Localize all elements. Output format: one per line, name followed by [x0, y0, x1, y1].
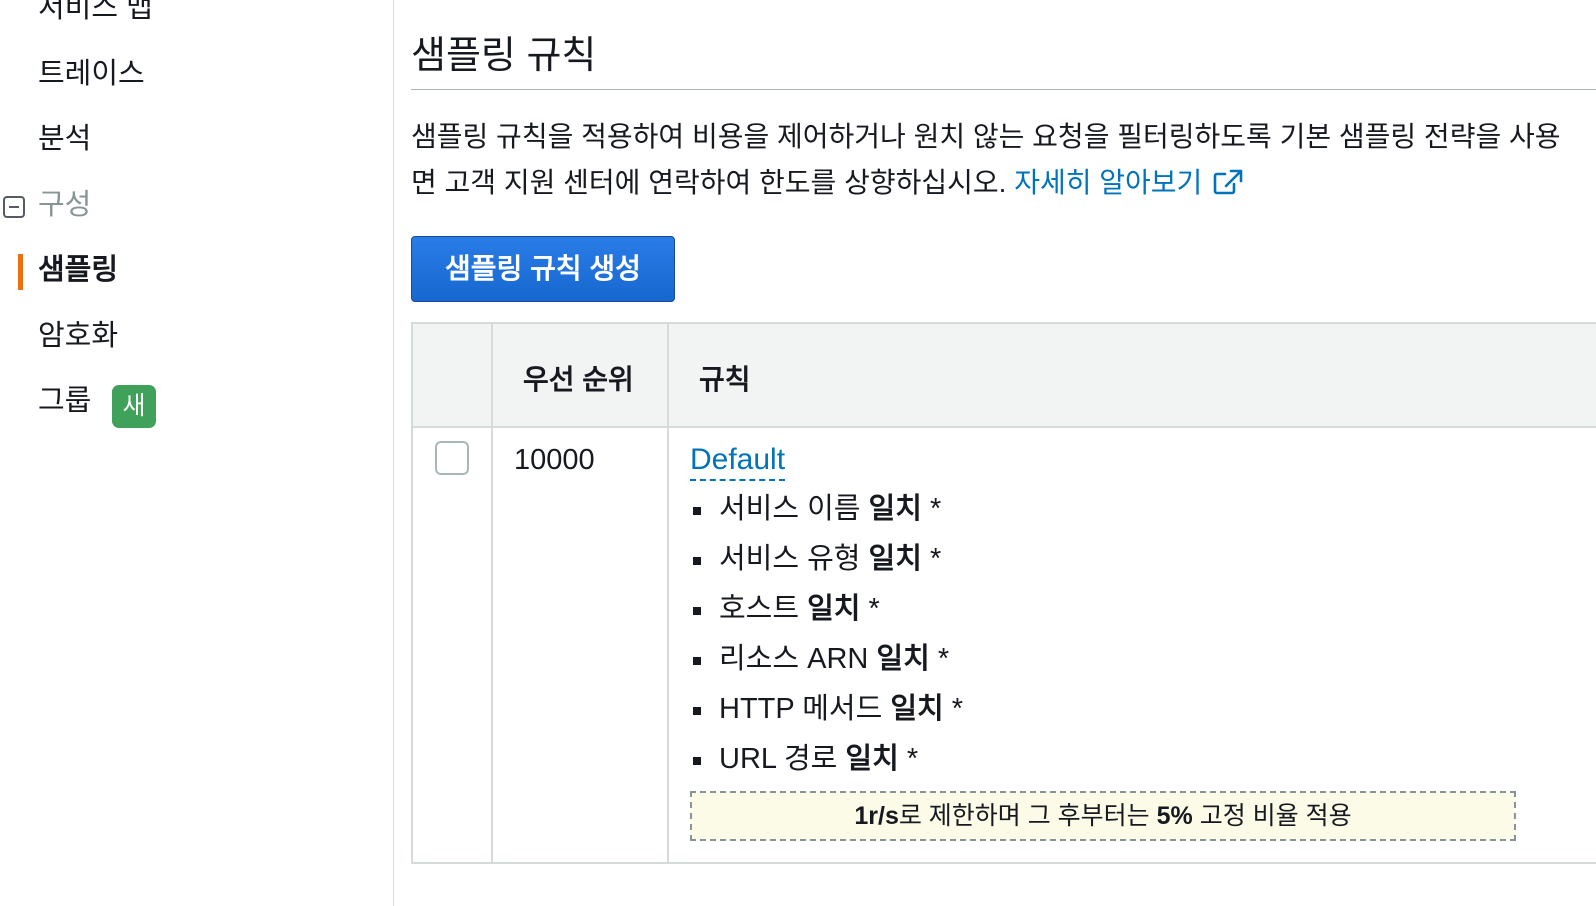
- condition-value: *: [951, 693, 964, 725]
- list-item: 서비스 유형 일치 *: [693, 540, 963, 590]
- description-line-2-text: 면 고객 지원 센터에 연락하여 한도를 상향하십시오.: [411, 167, 1007, 198]
- column-divider: [491, 324, 493, 862]
- condition-label: 호스트: [719, 593, 800, 625]
- sampling-rules-table: 우선 순위 규칙 10000 Default 서비스 이름 일치 * 서비스 유…: [411, 322, 1596, 864]
- list-item: HTTP 메서드 일치 *: [693, 690, 964, 740]
- row-checkbox[interactable]: [435, 441, 469, 475]
- description-line-1: 샘플링 규칙을 적용하여 비용을 제어하거나 원치 않는 요청을 필터링하도록 …: [411, 121, 1561, 152]
- sidebar-item-groups[interactable]: 그룹: [38, 387, 91, 416]
- condition-label: HTTP 메서드: [719, 693, 883, 725]
- rule-conditions-list: 서비스 이름 일치 * 서비스 유형 일치 * 호스트 일치 * 리소스 ARN…: [693, 490, 964, 790]
- rate-limit-note: 1r/s로 제한하며 그 후부터는 5% 고정 비율 적용: [690, 791, 1516, 841]
- condition-value: *: [929, 493, 942, 525]
- condition-match: 일치: [868, 543, 922, 575]
- learn-more-label: 자세히 알아보기: [1014, 167, 1203, 198]
- external-link-icon: [1214, 169, 1243, 194]
- bullet-icon: [693, 707, 701, 715]
- title-divider: [411, 89, 1596, 90]
- active-indicator: [18, 254, 23, 290]
- condition-match: 일치: [845, 743, 899, 775]
- condition-label: 리소스 ARN: [719, 643, 869, 675]
- list-item: 서비스 이름 일치 *: [693, 490, 963, 540]
- condition-value: *: [868, 593, 880, 625]
- list-item: 리소스 ARN 일치 *: [693, 640, 963, 690]
- condition-match: 일치: [876, 643, 930, 675]
- condition-value: *: [937, 643, 950, 675]
- rate-reservoir: 1r/s: [854, 802, 899, 830]
- condition-label: 서비스 이름: [719, 493, 861, 525]
- column-header-priority[interactable]: 우선 순위: [523, 358, 634, 398]
- column-header-rule[interactable]: 규칙: [699, 358, 751, 398]
- condition-label: URL 경로: [719, 743, 838, 775]
- bullet-icon: [693, 557, 701, 565]
- list-item: 호스트 일치 *: [693, 590, 963, 640]
- rate-text-2: 고정 비율 적용: [1199, 802, 1352, 830]
- learn-more-link[interactable]: 자세히 알아보기: [1014, 167, 1244, 198]
- description-line-2: 면 고객 지원 센터에 연락하여 한도를 상향하십시오. 자세히 알아보기: [411, 160, 1596, 206]
- condition-value: *: [929, 543, 942, 575]
- priority-cell: 10000: [514, 444, 595, 476]
- bullet-icon: [693, 607, 701, 615]
- sidebar-item-traces[interactable]: 트레이스: [38, 60, 145, 89]
- sidebar-item-service-map[interactable]: 서비스 맵: [38, 0, 153, 23]
- sidebar: 서비스 맵 트레이스 분석 구성 샘플링 암호화 그룹 새: [0, 0, 394, 906]
- page-description: 샘플링 규칙을 적용하여 비용을 제어하거나 원치 않는 요청을 필터링하도록 …: [411, 114, 1596, 206]
- rate-percent: 5%: [1156, 802, 1193, 830]
- condition-match: 일치: [868, 493, 922, 525]
- rate-text-1: 로 제한하며 그 후부터는: [898, 802, 1150, 830]
- sidebar-item-sampling[interactable]: 샘플링: [38, 256, 118, 285]
- sidebar-item-encryption[interactable]: 암호화: [38, 322, 118, 351]
- create-sampling-rule-button[interactable]: 샘플링 규칙 생성: [411, 236, 675, 302]
- rule-name-link[interactable]: Default: [690, 443, 786, 481]
- condition-value: *: [906, 743, 919, 775]
- column-divider: [667, 324, 669, 862]
- list-item: URL 경로 일치 *: [693, 740, 963, 790]
- condition-label: 서비스 유형: [719, 543, 861, 575]
- bullet-icon: [693, 507, 701, 515]
- sidebar-item-analytics[interactable]: 분석: [38, 125, 91, 154]
- page-title: 샘플링 규칙: [411, 35, 597, 77]
- bullet-icon: [693, 657, 701, 665]
- table-header: 우선 순위 규칙: [413, 324, 1596, 428]
- new-badge: 새: [112, 385, 156, 428]
- bullet-icon: [693, 757, 701, 765]
- collapse-icon[interactable]: [3, 196, 25, 218]
- sidebar-section-configuration[interactable]: 구성: [38, 191, 91, 220]
- condition-match: 일치: [890, 693, 944, 725]
- condition-match: 일치: [807, 593, 861, 625]
